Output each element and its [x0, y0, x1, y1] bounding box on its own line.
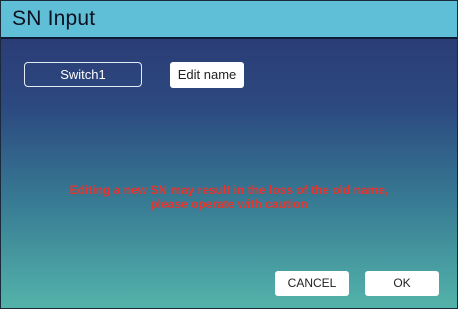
title-bar: SN Input [1, 1, 457, 39]
edit-name-button[interactable]: Edit name [170, 62, 244, 88]
ok-button[interactable]: OK [365, 271, 439, 296]
sn-input-dialog: SN Input Switch1 Edit name Editing a new… [0, 0, 458, 309]
name-field[interactable]: Switch1 [24, 62, 142, 87]
dialog-title: SN Input [12, 7, 96, 30]
cancel-button[interactable]: CANCEL [275, 271, 349, 296]
warning-message: Editing a new SN may result in the loss … [69, 183, 389, 211]
